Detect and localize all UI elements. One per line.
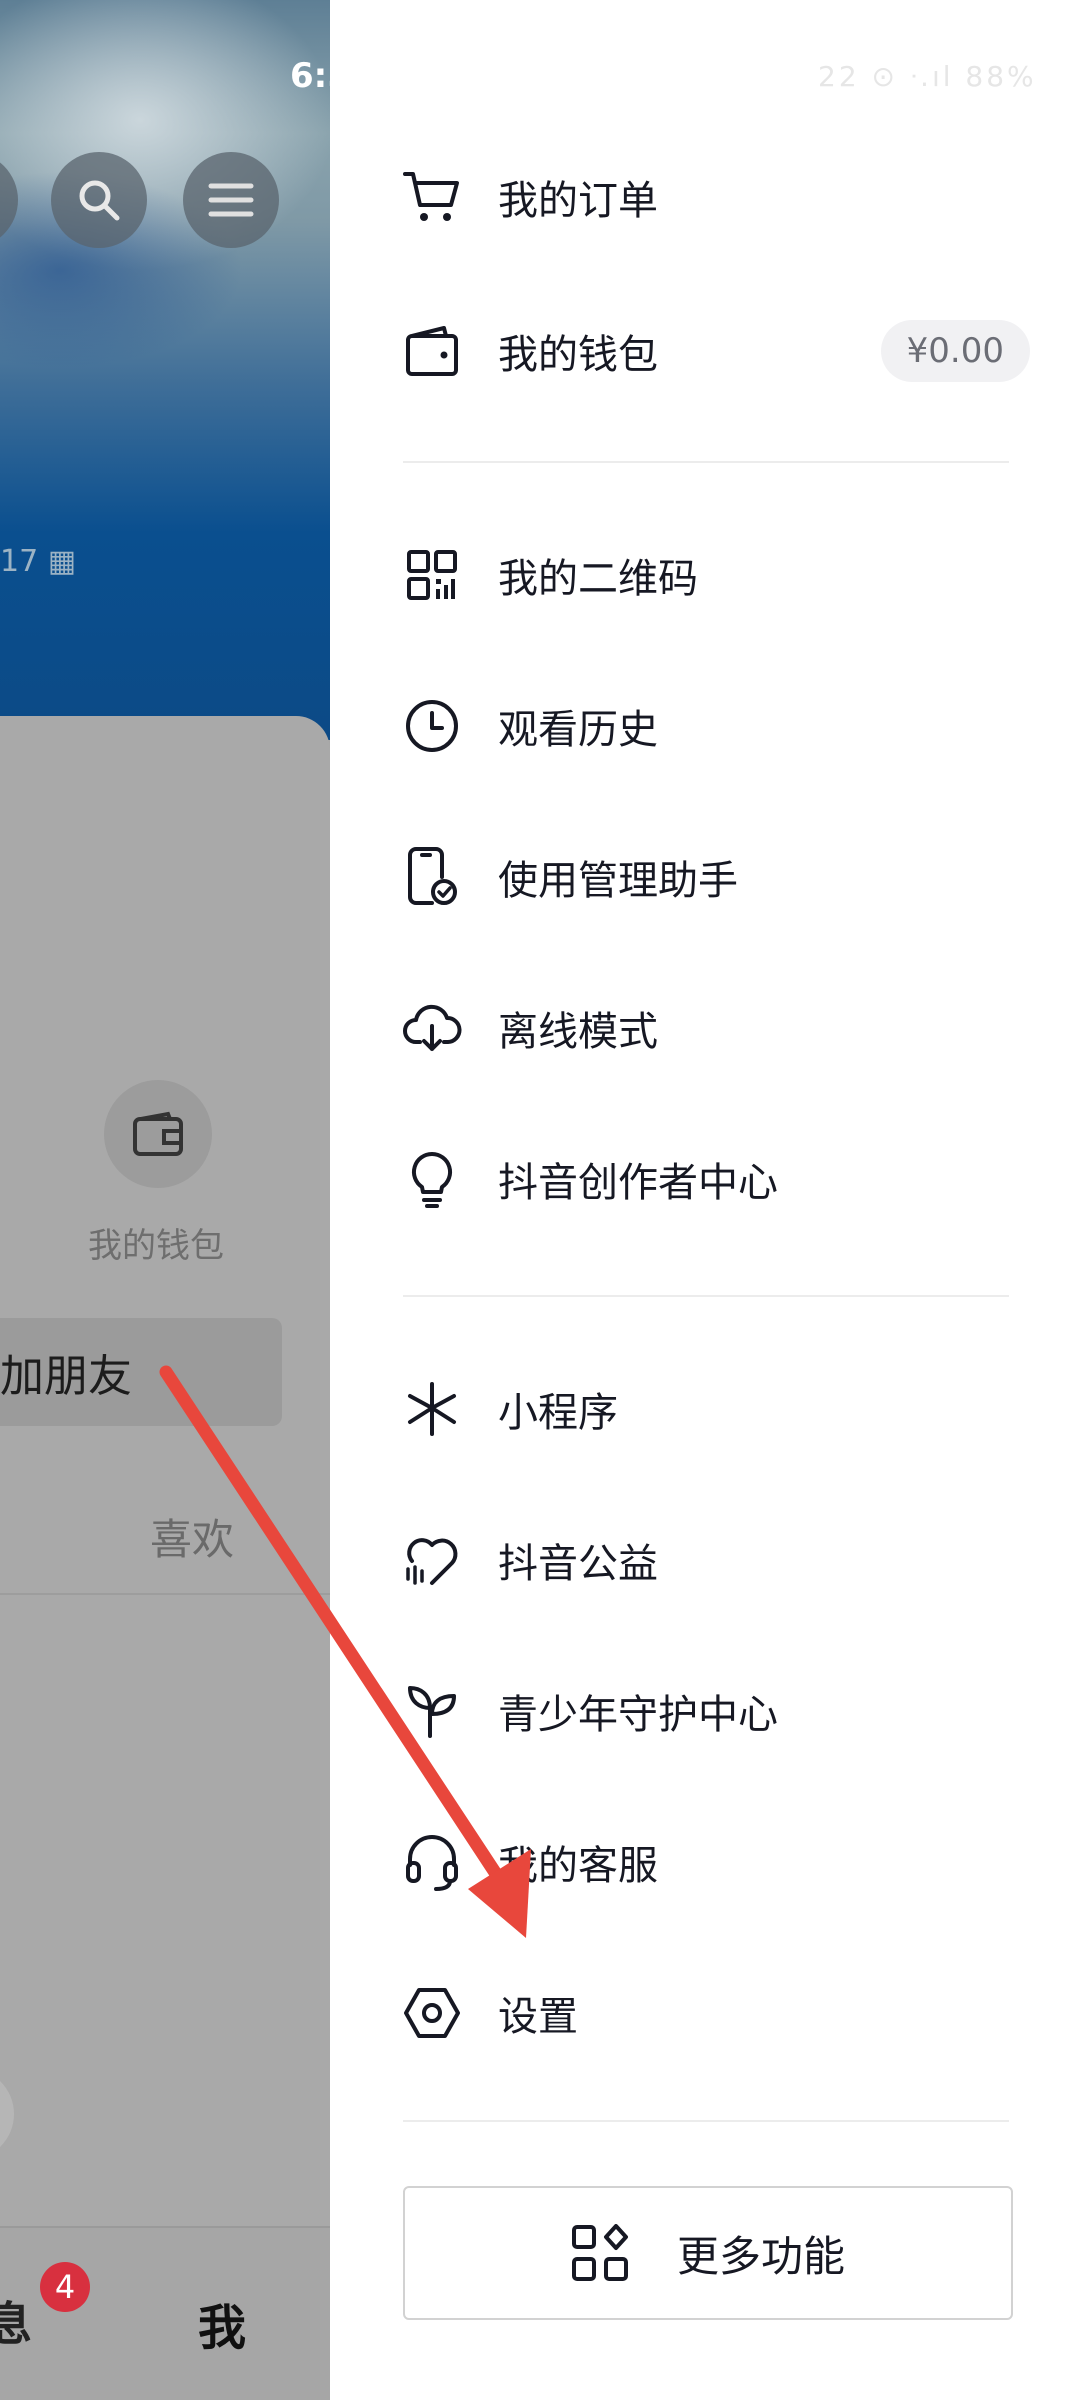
tab-messages[interactable]: 息 — [0, 2288, 32, 2354]
status-time: 6:57 — [290, 56, 375, 96]
tab-divider — [0, 1593, 330, 1595]
more-features-label: 更多功能 — [676, 2231, 845, 2281]
wallet-shortcut-label: 我的钱包 — [88, 1226, 224, 1266]
status-bar: 6:57 22 ⊙ ᐧ.ıl 88% — [0, 0, 1080, 110]
headset-icon — [400, 1830, 464, 1894]
background-profile-page: 17 ▦ 我的钱包 加朋友 喜欢 息 4 我 — [0, 0, 330, 2400]
search-button[interactable] — [51, 152, 147, 248]
wallet-icon — [400, 319, 464, 383]
menu-item-mini-programs[interactable]: 小程序 — [330, 1354, 1080, 1464]
messages-badge: 4 — [40, 2262, 90, 2312]
tab-likes[interactable]: 喜欢 — [150, 1506, 234, 1567]
menu-item-orders[interactable]: 我的订单 — [330, 142, 1080, 252]
phone-check-icon — [400, 845, 464, 909]
menu-item-wallet[interactable]: 我的钱包 ¥0.00 — [330, 296, 1080, 406]
menu-item-qr-code[interactable]: 我的二维码 — [330, 520, 1080, 630]
profile-cover — [0, 0, 330, 740]
wallet-icon — [133, 1111, 183, 1156]
account-id: 17 ▦ — [0, 544, 77, 579]
side-drawer-menu: 我的订单 我的钱包 ¥0.00 我的二维码 观看历史 使用管理助手 离线模式 抖… — [330, 0, 1080, 2400]
apps-grid-icon — [571, 2224, 628, 2281]
hamburger-icon — [208, 183, 254, 217]
menu-item-customer-service[interactable]: 我的客服 — [330, 1807, 1080, 1917]
menu-item-watch-history[interactable]: 观看历史 — [330, 671, 1080, 781]
menu-item-label: 抖音公益 — [498, 1541, 658, 1587]
search-icon — [79, 180, 120, 221]
menu-item-label: 观看历史 — [498, 707, 658, 753]
cart-icon — [400, 165, 464, 229]
menu-item-settings[interactable]: 设置 — [330, 1958, 1080, 2068]
cloud-download-icon — [400, 996, 464, 1060]
clock-icon — [400, 694, 464, 758]
sprout-icon — [400, 1679, 464, 1743]
menu-item-usage-manager[interactable]: 使用管理助手 — [330, 822, 1080, 932]
menu-item-label: 使用管理助手 — [498, 858, 738, 904]
menu-button[interactable] — [183, 152, 279, 248]
bottom-nav-bar — [0, 2226, 330, 2400]
menu-item-charity[interactable]: 抖音公益 — [330, 1505, 1080, 1615]
menu-item-youth-protection[interactable]: 青少年守护中心 — [330, 1656, 1080, 1766]
section-divider — [403, 2120, 1009, 2122]
qr-code-icon — [400, 543, 464, 607]
lightbulb-icon — [400, 1147, 464, 1211]
menu-item-label: 我的钱包 — [498, 332, 658, 378]
tab-me[interactable]: 我 — [198, 2288, 246, 2358]
more-features-button[interactable]: 更多功能 — [403, 2186, 1013, 2320]
menu-item-creator-center[interactable]: 抖音创作者中心 — [330, 1124, 1080, 1234]
section-divider — [403, 461, 1009, 463]
wallet-balance-badge: ¥0.00 — [880, 320, 1030, 382]
menu-item-label: 设置 — [498, 1994, 578, 2040]
settings-hexagon-icon — [400, 1981, 464, 2045]
menu-item-label: 我的客服 — [498, 1843, 658, 1889]
menu-item-label: 离线模式 — [498, 1009, 658, 1055]
wallet-shortcut[interactable] — [104, 1080, 212, 1188]
heart-charity-icon — [400, 1528, 464, 1592]
mini-program-icon — [400, 1377, 464, 1441]
menu-item-label: 青少年守护中心 — [498, 1692, 778, 1738]
menu-item-label: 我的二维码 — [498, 556, 698, 602]
menu-item-label: 我的订单 — [498, 178, 658, 224]
section-divider — [403, 1295, 1009, 1297]
add-friend-button[interactable]: 加朋友 — [0, 1318, 282, 1426]
menu-item-offline-mode[interactable]: 离线模式 — [330, 973, 1080, 1083]
status-indicators: 22 ⊙ ᐧ.ıl 88% — [818, 60, 1037, 93]
menu-item-label: 抖音创作者中心 — [498, 1160, 778, 1206]
add-friend-label: 加朋友 — [0, 1351, 132, 1402]
menu-item-label: 小程序 — [498, 1390, 618, 1436]
